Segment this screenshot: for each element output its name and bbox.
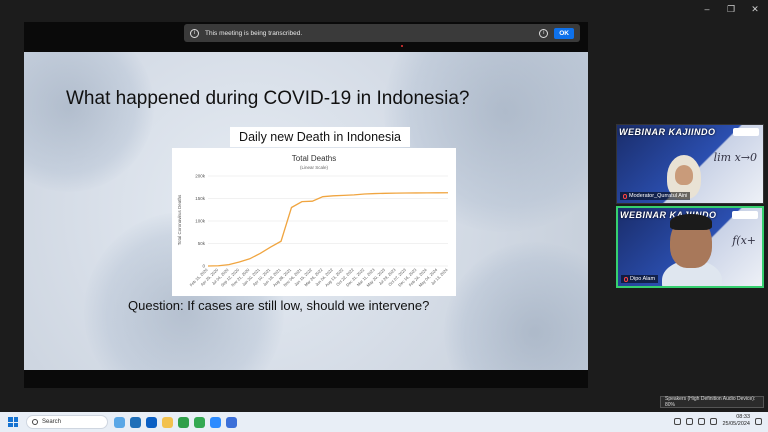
mic-muted-icon (624, 276, 628, 282)
logo-strip (732, 211, 758, 219)
math-decoration: lim x→0 (713, 151, 757, 164)
pinned-apps (114, 416, 237, 428)
participant-nametag: Moderator_Qurratul Aini (620, 192, 691, 200)
slide-title: What happened during COVID-19 in Indones… (66, 88, 470, 109)
participant-hair (670, 214, 712, 230)
chart-box: Total Deaths (Linear Scale) Total Corona… (172, 148, 456, 296)
chart-caption: Daily new Death in Indonesia (230, 127, 410, 147)
task-view-icon[interactable] (114, 416, 125, 428)
participant-face (675, 165, 693, 185)
participant-nametag: Dipo Alam (621, 275, 659, 283)
volume-tooltip: Speakers (High Definition Audio Device):… (660, 396, 764, 408)
store-icon[interactable] (130, 416, 141, 428)
battery-icon[interactable] (710, 417, 718, 425)
participant-name: Moderator_Qurratul Aini (629, 193, 688, 199)
virus-decoration (24, 52, 154, 192)
chevron-up-icon[interactable] (674, 417, 682, 425)
search-icon (32, 419, 38, 425)
participant-tile-speaker[interactable]: WEBINAR KAJIINDO f(x+ Dipo Alam (616, 206, 764, 288)
speaker-icon[interactable] (698, 417, 706, 425)
total-deaths-chart: Total Deaths (Linear Scale) Total Corona… (177, 154, 449, 288)
app-icon[interactable] (226, 416, 237, 428)
zoom-window: – ❐ ✕ i This meeting is being transcribe… (0, 0, 768, 412)
info-icon: i (190, 28, 199, 38)
zoom-icon[interactable] (210, 416, 221, 428)
search-placeholder: Search (42, 419, 62, 425)
y-tick-label: 100k (195, 219, 206, 224)
taskbar-search[interactable]: Search (26, 415, 108, 429)
chrome-icon[interactable] (178, 416, 189, 428)
y-axis-label: Total Coronavirus Deaths (177, 194, 182, 245)
clock[interactable]: 08:33 25/05/2024 (722, 414, 750, 428)
dropbox-icon[interactable] (146, 416, 157, 428)
chart-subtitle: (Linear Scale) (300, 165, 329, 170)
start-button[interactable] (8, 417, 18, 427)
participant-name: Dipo Alam (630, 276, 656, 282)
whatsapp-icon[interactable] (194, 416, 205, 428)
transcription-notice: i This meeting is being transcribed. i O… (184, 24, 580, 42)
notice-message: This meeting is being transcribed. (205, 29, 303, 37)
webinar-banner: WEBINAR KAJIINDO (619, 127, 716, 137)
shared-slide: What happened during COVID-19 in Indones… (24, 52, 588, 370)
participant-tile-moderator[interactable]: WEBINAR KAJIINDO lim x→0 Moderator_Qurra… (616, 124, 764, 204)
slide-question: Question: If cases are still low, should… (128, 298, 430, 313)
math-decoration: f(x+ (732, 234, 756, 247)
wifi-icon[interactable] (686, 417, 694, 425)
file-explorer-icon[interactable] (162, 416, 173, 428)
virus-decoration (444, 242, 588, 370)
window-controls: – ❐ ✕ (702, 4, 760, 15)
windows-taskbar: Search 08:33 25/05/2024 (0, 412, 768, 432)
minimize-button[interactable]: – (702, 4, 712, 15)
deaths-line (207, 192, 449, 267)
y-tick-label: 200k (195, 174, 206, 179)
clock-time: 08:33 (736, 414, 750, 420)
recording-dot (401, 45, 403, 47)
logo-strip (733, 128, 759, 136)
system-tray: 08:33 25/05/2024 (674, 414, 762, 428)
y-tick-label: 150k (195, 196, 206, 201)
ok-button[interactable]: OK (554, 27, 574, 39)
clock-date: 25/05/2024 (722, 421, 750, 427)
restore-button[interactable]: ❐ (726, 4, 736, 15)
notification-icon[interactable] (755, 417, 762, 425)
mic-muted-icon (623, 193, 627, 199)
close-button[interactable]: ✕ (750, 4, 760, 15)
chart-title: Total Deaths (292, 154, 336, 163)
y-tick-label: 50k (198, 241, 206, 246)
info-icon[interactable]: i (539, 28, 549, 38)
